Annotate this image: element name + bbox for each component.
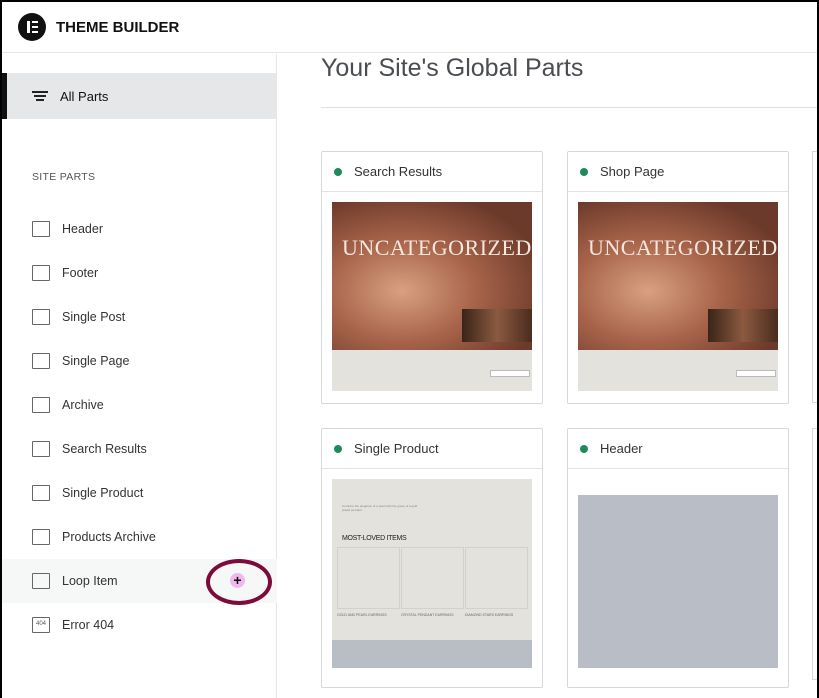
archive-icon: [32, 397, 50, 413]
sidebar-item-error-404[interactable]: 404 Error 404: [2, 603, 277, 647]
status-dot: [580, 444, 588, 453]
sidebar-item-label: Search Results: [62, 442, 147, 456]
sidebar-item-label: Footer: [62, 266, 99, 280]
card-partial[interactable]: [812, 428, 817, 680]
loop-item-icon: [32, 573, 50, 589]
section-label: SITE PARTS: [32, 171, 96, 183]
card-search-results[interactable]: Search Results UNCATEGORIZED: [321, 151, 543, 404]
card-title: Single Product: [354, 441, 439, 456]
card-preview: UNCATEGORIZED: [332, 202, 532, 391]
single-page-icon: [32, 353, 50, 369]
status-dot: [334, 167, 342, 176]
status-dot: [334, 444, 342, 453]
card-preview: Combine the elegance of a pearl with the…: [332, 479, 532, 668]
product-name: DIAMOND STARS EARRINGS: [465, 613, 514, 617]
sidebar-item-label: All Parts: [60, 88, 109, 104]
page-title: Your Site's Global Parts: [321, 54, 584, 82]
card-title: Search Results: [354, 164, 443, 179]
app-title: THEME BUILDER: [56, 18, 180, 36]
error-404-icon: 404: [32, 617, 50, 633]
sidebar-item-footer[interactable]: Footer: [2, 251, 277, 295]
header-icon: [32, 221, 50, 237]
status-dot: [580, 167, 588, 176]
divider: [321, 107, 817, 108]
sidebar-item-label: Single Post: [62, 310, 126, 324]
sidebar-item-label: Error 404: [62, 618, 115, 632]
sidebar-item-label: Loop Item: [62, 574, 118, 588]
sidebar-item-all-parts[interactable]: All Parts: [2, 73, 277, 119]
search-results-icon: [32, 441, 50, 457]
theme-builder-window: THEME BUILDER All Parts SITE PARTS Heade…: [2, 2, 817, 698]
sidebar-item-header[interactable]: Header: [2, 207, 277, 251]
sidebar-item-search-results[interactable]: Search Results: [2, 427, 277, 471]
sidebar: All Parts SITE PARTS Header Footer Single …: [2, 54, 277, 698]
sidebar-item-label: Header: [62, 222, 103, 236]
single-product-icon: [32, 485, 50, 501]
top-bar: THEME BUILDER: [2, 2, 817, 53]
highlight-ring: [206, 559, 272, 605]
sidebar-item-label: Single Page: [62, 354, 130, 368]
preview-heading: MOST-LOVED ITEMS: [342, 535, 407, 542]
sidebar-item-label: Products Archive: [62, 530, 156, 544]
elementor-logo-icon: [18, 13, 46, 41]
footer-icon: [32, 265, 50, 281]
sidebar-item-products-archive[interactable]: Products Archive: [2, 515, 277, 559]
card-title: Header: [600, 441, 643, 456]
sidebar-item-loop-item[interactable]: Loop Item +: [2, 559, 277, 605]
preview-text: UNCATEGORIZED: [588, 235, 778, 260]
card-single-product[interactable]: Single Product Combine the elegance of a…: [321, 428, 543, 688]
sidebar-item-label: Single Product: [62, 486, 144, 500]
preview-text: UNCATEGORIZED: [342, 235, 532, 260]
sidebar-item-single-page[interactable]: Single Page: [2, 339, 277, 383]
sidebar-item-single-product[interactable]: Single Product: [2, 471, 277, 515]
product-name: GOLD AND PEARL EARRINGS: [337, 613, 387, 617]
single-post-icon: [32, 309, 50, 325]
card-title: Shop Page: [600, 164, 665, 179]
products-archive-icon: [32, 529, 50, 545]
sidebar-item-label: Archive: [62, 398, 104, 412]
sidebar-item-archive[interactable]: Archive: [2, 383, 277, 427]
main-content: Your Site's Global Parts Search Results …: [278, 54, 817, 698]
product-name: CRYSTAL PENDANT EARRINGS: [401, 613, 454, 617]
card-header[interactable]: Header: [567, 428, 789, 688]
card-shop-page[interactable]: Shop Page UNCATEGORIZED: [567, 151, 789, 404]
filter-icon: [32, 91, 48, 101]
sidebar-item-single-post[interactable]: Single Post: [2, 295, 277, 339]
card-preview: [578, 479, 778, 668]
card-preview: UNCATEGORIZED: [578, 202, 778, 391]
card-partial[interactable]: [812, 151, 817, 403]
